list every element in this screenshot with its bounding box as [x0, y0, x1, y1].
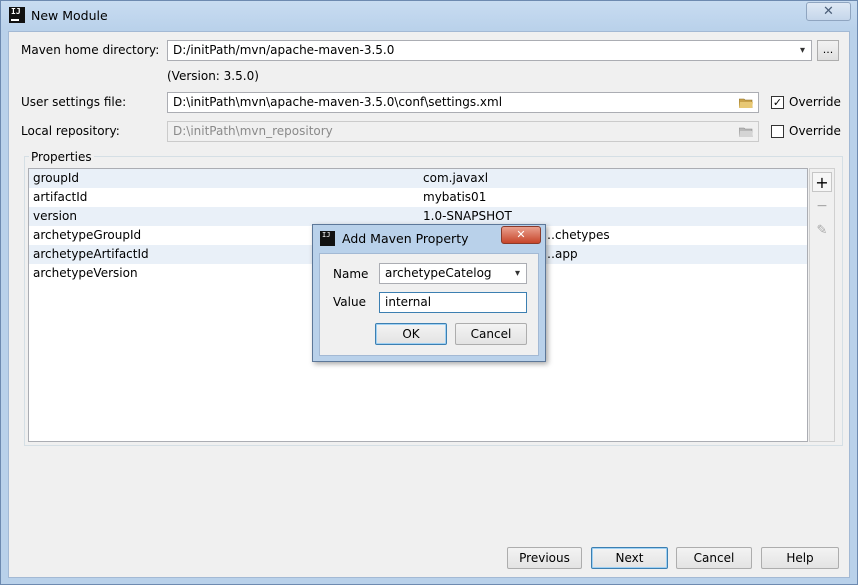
- property-value: …app: [543, 247, 578, 261]
- local-repository-override-label: Override: [789, 124, 841, 138]
- next-button[interactable]: Next: [591, 547, 668, 569]
- add-maven-property-dialog: IJ Add Maven Property ✕ Name archetypeCa…: [312, 224, 546, 362]
- title-bar: IJ New Module ✕: [1, 1, 857, 31]
- folder-icon: [739, 127, 753, 137]
- table-row[interactable]: groupId com.javaxl: [29, 169, 807, 188]
- user-settings-label: User settings file:: [21, 95, 127, 109]
- maven-home-label: Maven home directory:: [21, 43, 160, 57]
- property-key: archetypeArtifactId: [33, 247, 149, 261]
- add-property-icon[interactable]: +: [812, 172, 832, 192]
- user-settings-field[interactable]: D:\initPath\mvn\apache-maven-3.5.0\conf\…: [167, 92, 759, 113]
- intellij-icon: IJ: [9, 7, 25, 23]
- user-settings-override-label: Override: [789, 95, 841, 109]
- folder-icon[interactable]: [739, 98, 753, 108]
- window-close-button[interactable]: ✕: [806, 2, 851, 21]
- property-value-label: Value: [333, 295, 366, 309]
- property-key: archetypeGroupId: [33, 228, 142, 242]
- property-key: artifactId: [33, 190, 88, 204]
- properties-group-title: Properties: [29, 150, 94, 164]
- local-repository-field: D:\initPath\mvn_repository: [167, 121, 759, 142]
- window-title: New Module: [31, 8, 108, 23]
- property-name-label: Name: [333, 267, 369, 281]
- local-repository-label: Local repository:: [21, 124, 120, 138]
- chevron-down-icon[interactable]: ▾: [515, 264, 520, 283]
- maven-version-text: (Version: 3.5.0): [167, 69, 259, 83]
- property-key: groupId: [33, 171, 80, 185]
- property-key: version: [33, 209, 77, 223]
- property-name-combobox[interactable]: archetypeCatelog ▾: [379, 263, 527, 284]
- help-button[interactable]: Help: [761, 547, 839, 569]
- property-value: …chetypes: [543, 228, 610, 242]
- maven-home-browse-button[interactable]: ...: [817, 40, 839, 61]
- previous-button[interactable]: Previous: [507, 547, 582, 569]
- dialog-ok-button[interactable]: OK: [375, 323, 447, 345]
- property-name-value: archetypeCatelog: [385, 266, 492, 280]
- local-repository-override-checkbox[interactable]: [771, 125, 784, 138]
- remove-property-icon[interactable]: −: [812, 196, 832, 216]
- property-value-input[interactable]: internal: [379, 292, 527, 313]
- property-key: archetypeVersion: [33, 266, 138, 280]
- user-settings-override-checkbox[interactable]: ✓: [771, 96, 784, 109]
- user-settings-value: D:\initPath\mvn\apache-maven-3.5.0\conf\…: [173, 95, 503, 109]
- chevron-down-icon[interactable]: ▾: [800, 41, 805, 60]
- property-value: mybatis01: [423, 190, 487, 204]
- dialog-title: Add Maven Property: [342, 231, 469, 246]
- dialog-content: Name archetypeCatelog ▾ Value internal O…: [319, 253, 539, 356]
- table-row[interactable]: artifactId mybatis01: [29, 188, 807, 207]
- maven-home-combobox[interactable]: D:/initPath/mvn/apache-maven-3.5.0 ▾: [167, 40, 812, 61]
- local-repository-value: D:\initPath\mvn_repository: [173, 124, 333, 138]
- intellij-icon: IJ: [320, 231, 335, 246]
- dialog-close-button[interactable]: ✕: [501, 226, 541, 244]
- property-value-text: internal: [385, 295, 432, 309]
- properties-toolbar: + − ✎: [809, 168, 835, 442]
- dialog-cancel-button[interactable]: Cancel: [455, 323, 527, 345]
- cancel-button[interactable]: Cancel: [676, 547, 752, 569]
- new-module-window: IJ New Module ✕ Maven home directory: D:…: [0, 0, 858, 585]
- maven-home-value: D:/initPath/mvn/apache-maven-3.5.0: [173, 43, 395, 57]
- edit-property-icon[interactable]: ✎: [812, 221, 832, 241]
- property-value: com.javaxl: [423, 171, 489, 185]
